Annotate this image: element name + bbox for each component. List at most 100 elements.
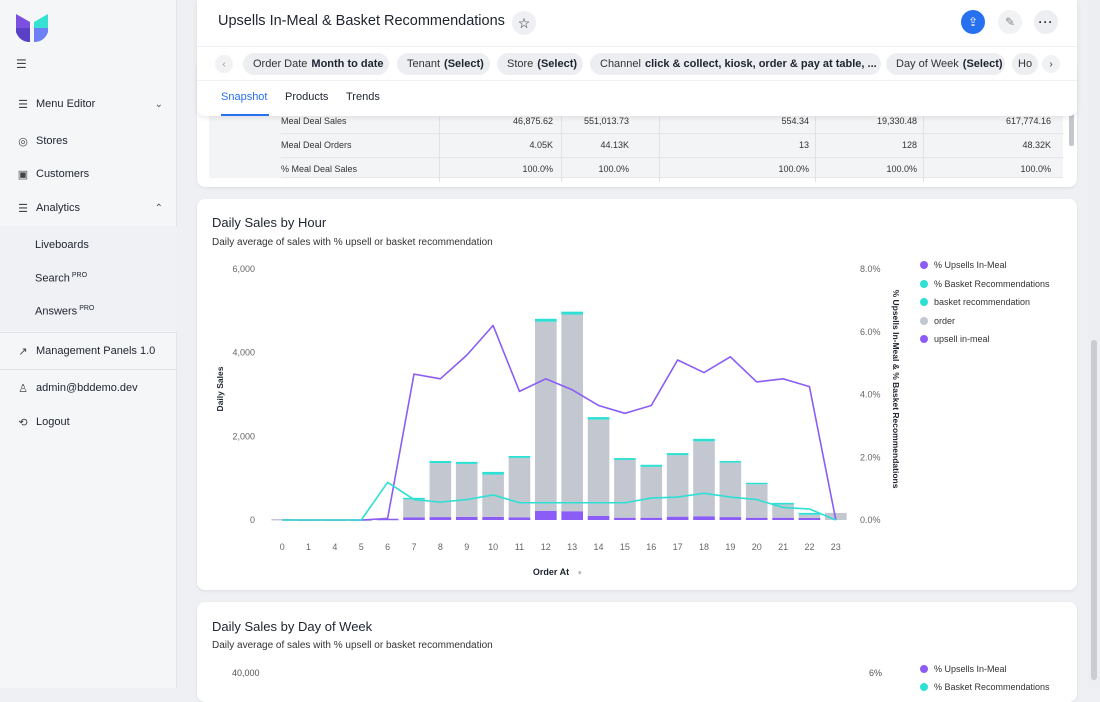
bar-basket-recommendation — [482, 471, 504, 475]
x-tick-label: 20 — [752, 542, 762, 552]
legend-item[interactable]: basket recommendation — [920, 297, 1030, 307]
table-cell: 617,774.16 — [1005, 116, 1051, 126]
x-tick-label: 9 — [464, 542, 469, 552]
tab-trends[interactable]: Trends — [346, 91, 380, 103]
sidebar-item-liveboards[interactable]: Liveboards — [35, 239, 89, 251]
table-cell: 554.34 — [781, 116, 809, 126]
bar-upsell-in-meal — [587, 515, 610, 520]
filter-chip-hour[interactable]: Ho — [1012, 53, 1038, 75]
bar-upsell-in-meal — [640, 517, 663, 520]
x-tick-label: 19 — [725, 542, 735, 552]
legend-item[interactable]: % Upsells In-Meal — [920, 664, 1007, 674]
favorite-star-button[interactable]: ☆ — [512, 11, 536, 35]
chart-card-daily-sales-by-day-of-week[interactable]: Daily Sales by Day of Week Daily average… — [197, 602, 1077, 702]
filter-chip-tenant[interactable]: Tenant (Select) — [397, 53, 490, 75]
x-tick-label: 11 — [515, 542, 524, 552]
x-tick-label: 4 — [332, 542, 337, 552]
legend-dot — [920, 683, 928, 691]
table-cell: 100.0% — [886, 164, 917, 174]
share-icon: ⇪ — [967, 15, 979, 29]
table-cell: 44.13K — [600, 140, 629, 150]
filter-scroll-right-button[interactable]: › — [1042, 55, 1060, 73]
sidebar-item-answers[interactable]: Answers PRO — [35, 305, 94, 318]
x-axis-title[interactable]: Order At — [533, 567, 569, 577]
y-tick-label: 4,000 — [232, 348, 255, 358]
sidebar-item-stores[interactable]: ◎ Stores — [0, 126, 177, 156]
divider — [0, 369, 177, 370]
bar-upsell-in-meal — [772, 517, 794, 520]
star-icon: ☆ — [517, 14, 531, 31]
table-cell: 128 — [901, 140, 917, 150]
collapse-menu-icon[interactable]: ☰ — [16, 57, 27, 71]
user-icon: ♙ — [18, 382, 28, 395]
x-tick-label: 1 — [306, 542, 311, 552]
bar-order — [614, 459, 636, 518]
page-scrollbar[interactable] — [1088, 0, 1100, 688]
filter-chip-day-of-week[interactable]: Day of Week (Select) — [886, 53, 1005, 75]
y2-axis-title: % Upsells In-Meal & % Basket Recommendat… — [891, 290, 901, 489]
legend-dot — [920, 279, 928, 288]
bar-basket-recommendation — [561, 311, 583, 315]
sort-caret-icon[interactable]: ▾ — [578, 570, 582, 577]
tab-products[interactable]: Products — [285, 91, 328, 103]
share-button[interactable]: ⇪ — [961, 10, 985, 34]
pencil-icon: ✎ — [1004, 15, 1016, 29]
list-icon: ☰ — [18, 98, 28, 111]
more-options-button[interactable]: ··· — [1034, 10, 1058, 34]
x-tick-label: 21 — [778, 542, 788, 552]
bar-order — [587, 419, 610, 516]
bar-upsell-in-meal — [455, 516, 478, 520]
sidebar-item-management-panels[interactable]: ↗ Management Panels 1.0 — [0, 336, 177, 366]
legend-item[interactable]: order — [920, 316, 955, 326]
x-tick-label: 10 — [488, 542, 498, 552]
bar-basket-recommendation — [666, 453, 689, 456]
x-tick-label: 22 — [804, 542, 814, 552]
chevron-down-icon[interactable]: ⌄ — [155, 99, 163, 110]
user-email: admin@bddemo.dev — [36, 382, 138, 394]
sidebar-item-user[interactable]: ♙ admin@bddemo.dev — [0, 373, 177, 403]
bar-basket-recommendation — [614, 458, 636, 460]
scrollbar-thumb[interactable] — [1091, 340, 1097, 680]
legend-dot — [920, 316, 928, 325]
table-cell: 100.0% — [1020, 164, 1051, 174]
chart-card-daily-sales-by-hour[interactable]: Daily Sales by Hour Daily average of sal… — [197, 199, 1077, 590]
filter-chip-store[interactable]: Store (Select) — [497, 53, 583, 75]
x-tick-label: 18 — [699, 542, 709, 552]
sidebar-item-analytics[interactable]: ☰ Analytics ⌃ — [0, 193, 177, 223]
sidebar-item-search[interactable]: Search PRO — [35, 272, 87, 285]
sidebar-item-label: Management Panels 1.0 — [36, 345, 156, 357]
location-pin-icon: ◎ — [18, 135, 28, 148]
bar-order — [403, 499, 425, 518]
legend-item[interactable]: % Basket Recommendations — [920, 682, 1050, 692]
filter-scroll-left-button[interactable]: ‹ — [215, 55, 233, 73]
sidebar-item-logout[interactable]: ⟲ Logout — [0, 407, 177, 437]
brand-logo[interactable] — [16, 12, 48, 44]
chevron-up-icon[interactable]: ⌃ — [155, 203, 163, 214]
x-tick-label: 13 — [567, 542, 577, 552]
bar-basket-recommendation — [745, 482, 768, 485]
table-cell: 100.0% — [522, 164, 553, 174]
x-tick-label: 5 — [359, 542, 364, 552]
table-cell: 551,013.73 — [583, 116, 629, 126]
edit-button[interactable]: ✎ — [998, 10, 1022, 34]
divider — [0, 332, 177, 333]
bar-order — [640, 466, 663, 518]
tab-snapshot[interactable]: Snapshot — [221, 91, 267, 103]
bar-basket-recommendation — [798, 512, 821, 515]
bar-upsell-in-meal — [745, 517, 768, 520]
sidebar-item-customers[interactable]: ▣ Customers — [0, 159, 177, 189]
y-tick-label: 0 — [250, 515, 255, 525]
filter-chip-channel[interactable]: Channel click & collect, kiosk, order & p… — [590, 53, 881, 75]
customer-card-icon: ▣ — [17, 168, 29, 181]
legend-item[interactable]: % Basket Recommendations — [920, 279, 1050, 289]
bar-upsell-in-meal — [429, 517, 452, 520]
y2-tick-label: 6% — [869, 668, 883, 678]
filter-chip-order-date[interactable]: Order Date Month to date — [243, 53, 389, 75]
sidebar-item-menu-editor[interactable]: ☰ Menu Editor ⌄ — [0, 89, 177, 119]
legend-item[interactable]: % Upsells In-Meal — [920, 260, 1007, 270]
bar-order — [666, 455, 689, 517]
table-cell: 19,330.48 — [876, 116, 917, 126]
legend-item[interactable]: upsell in-meal — [920, 334, 990, 344]
x-tick-label: 17 — [673, 542, 683, 552]
y2-tick-label: 2.0% — [860, 452, 881, 462]
